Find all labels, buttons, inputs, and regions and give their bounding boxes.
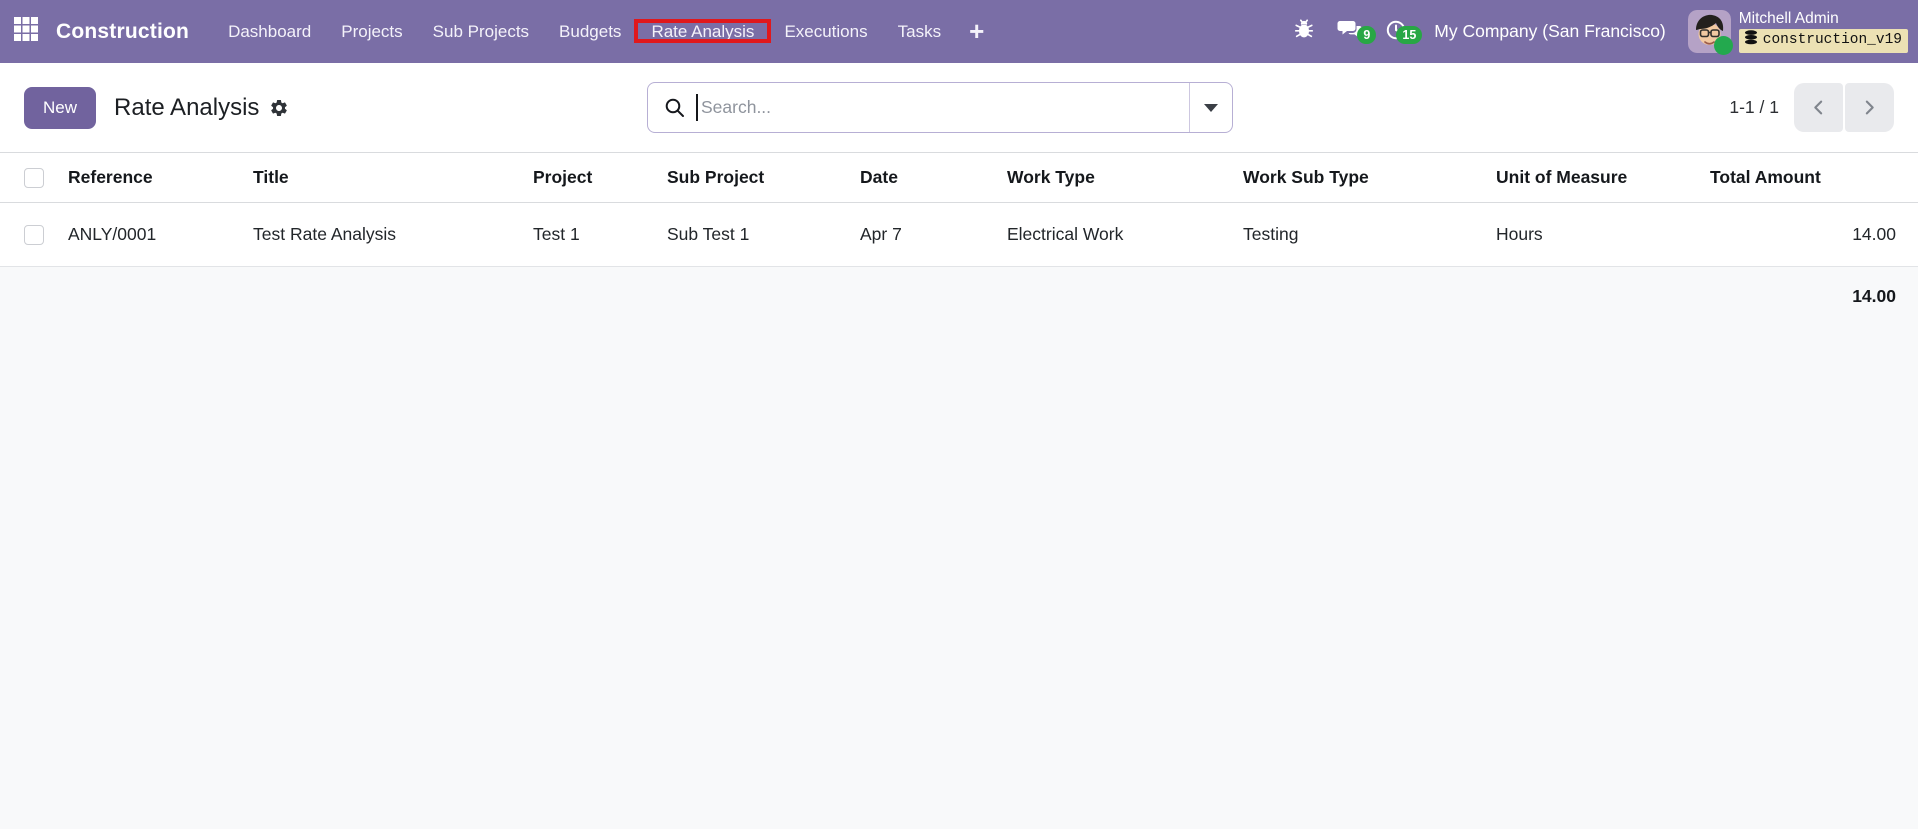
chevron-left-icon — [1814, 100, 1823, 115]
top-navbar: Construction Dashboard Projects Sub Proj… — [0, 0, 1918, 63]
row-checkbox[interactable] — [24, 224, 44, 245]
text-caret — [696, 94, 698, 121]
page-title: Rate Analysis — [114, 93, 260, 121]
column-header-work-type[interactable]: Work Type — [1007, 152, 1243, 203]
menu-item-projects[interactable]: Projects — [326, 16, 417, 47]
company-switcher[interactable]: My Company (San Francisco) — [1434, 21, 1665, 42]
menu-item-executions[interactable]: Executions — [769, 16, 882, 47]
messages-button[interactable]: 9 — [1326, 17, 1377, 46]
column-header-date[interactable]: Date — [860, 152, 1007, 203]
column-header-reference[interactable]: Reference — [68, 152, 253, 203]
user-name: Mitchell Admin — [1738, 9, 1839, 27]
control-panel: New Rate Analysis Search... 1-1 / 1 — [0, 63, 1918, 152]
grid-icon — [13, 16, 39, 47]
menu-item-tasks[interactable]: Tasks — [883, 16, 956, 47]
user-menu[interactable]: Mitchell Admin construction_v19 — [1687, 9, 1908, 55]
pager-previous-button[interactable] — [1794, 83, 1843, 132]
new-button[interactable]: New — [24, 86, 97, 129]
activities-count-badge: 15 — [1396, 26, 1423, 44]
systray: 9 15 My Company (San Francisco) Mitchell… — [1282, 0, 1918, 63]
select-all-checkbox[interactable] — [24, 167, 44, 188]
table-header-row: Reference Title Project Sub Project Date… — [0, 152, 1918, 203]
column-header-unit-of-measure[interactable]: Unit of Measure — [1496, 152, 1710, 203]
pager: 1-1 / 1 — [1729, 83, 1894, 132]
column-header-sub-project[interactable]: Sub Project — [667, 152, 860, 203]
online-status-dot — [1713, 35, 1733, 55]
menu-item-sub-projects[interactable]: Sub Projects — [418, 16, 544, 47]
bug-icon — [1293, 18, 1315, 45]
debug-button[interactable] — [1282, 18, 1326, 45]
pager-next-button[interactable] — [1845, 83, 1894, 132]
avatar — [1687, 9, 1733, 55]
cell-total-amount: 14.00 — [1710, 202, 1918, 267]
cell-date: Apr 7 — [860, 202, 1007, 267]
database-badge: construction_v19 — [1738, 28, 1908, 54]
search-placeholder: Search... — [701, 97, 772, 117]
add-menu-button[interactable]: + — [956, 16, 997, 47]
search-icon — [664, 97, 686, 119]
column-header-project[interactable]: Project — [533, 152, 667, 203]
table-row[interactable]: ANLY/0001 Test Rate Analysis Test 1 Sub … — [0, 202, 1918, 267]
activities-button[interactable]: 15 — [1374, 17, 1423, 46]
menu-item-dashboard[interactable]: Dashboard — [213, 16, 326, 47]
cell-work-type: Electrical Work — [1007, 202, 1243, 267]
cell-sub-project: Sub Test 1 — [667, 202, 860, 267]
column-header-work-sub-type[interactable]: Work Sub Type — [1243, 152, 1496, 203]
cell-unit-of-measure: Hours — [1496, 202, 1710, 267]
menu-item-budgets[interactable]: Budgets — [544, 16, 636, 47]
search-dropdown-toggle[interactable] — [1189, 83, 1232, 132]
chevron-down-icon — [1204, 103, 1218, 112]
search-bar[interactable]: Search... — [647, 82, 1233, 133]
total-amount-sum: 14.00 — [1852, 285, 1896, 306]
apps-menu-button[interactable] — [0, 16, 52, 47]
database-icon — [1744, 29, 1758, 52]
navbar-left: Construction Dashboard Projects Sub Proj… — [0, 0, 997, 63]
chevron-right-icon — [1865, 100, 1874, 115]
app-name[interactable]: Construction — [52, 20, 199, 44]
rate-analysis-list: Reference Title Project Sub Project Date… — [0, 152, 1918, 267]
cell-title: Test Rate Analysis — [253, 202, 533, 267]
pager-buttons — [1794, 83, 1894, 132]
list-footer: 14.00 — [0, 267, 1918, 325]
column-header-total-amount[interactable]: Total Amount — [1710, 152, 1918, 203]
gear-icon[interactable] — [269, 98, 289, 118]
pager-range: 1-1 / 1 — [1729, 97, 1779, 117]
user-info: Mitchell Admin construction_v19 — [1738, 9, 1908, 54]
menu-item-rate-analysis[interactable]: Rate Analysis — [634, 16, 772, 47]
column-header-title[interactable]: Title — [253, 152, 533, 203]
main-menu: Dashboard Projects Sub Projects Budgets … — [213, 16, 997, 47]
database-name: construction_v19 — [1762, 32, 1902, 49]
cell-reference: ANLY/0001 — [68, 202, 253, 267]
cell-project: Test 1 — [533, 202, 667, 267]
cell-work-sub-type: Testing — [1243, 202, 1496, 267]
